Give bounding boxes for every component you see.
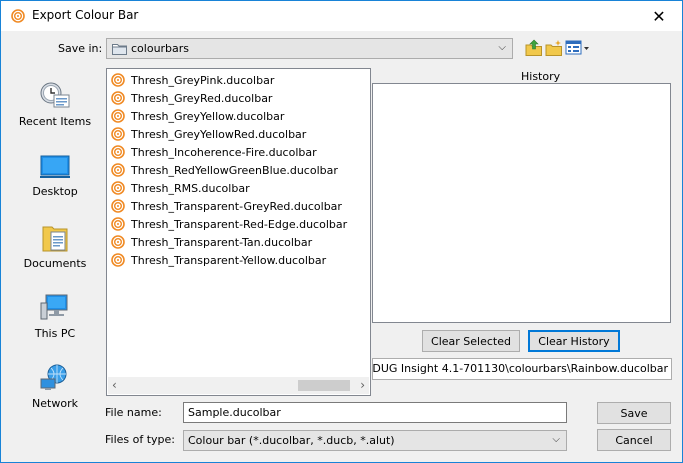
up-one-level-icon[interactable] — [525, 39, 543, 57]
chevron-down-icon: ⌵ — [552, 434, 560, 445]
place-desktop[interactable]: Desktop — [9, 155, 101, 198]
save-button[interactable]: Save — [597, 402, 671, 424]
colour-bar-file-icon — [111, 217, 125, 231]
file-list-item[interactable]: Thresh_Transparent-Red-Edge.ducolbar — [111, 215, 347, 233]
view-menu-icon[interactable] — [565, 39, 591, 57]
network-icon — [40, 364, 67, 390]
this-pc-icon — [40, 294, 68, 320]
save-in-label: Save in: — [58, 42, 103, 55]
file-list-item[interactable]: Thresh_RMS.ducolbar — [111, 179, 250, 197]
selected-path-field[interactable]: utions\DUG Insight 4.1-701130\colourbars… — [372, 358, 672, 380]
place-label: Recent Items — [18, 115, 92, 128]
colour-bar-file-icon — [111, 163, 125, 177]
file-name-text: Thresh_Incoherence-Fire.ducolbar — [131, 145, 317, 159]
colour-bar-app-icon — [11, 9, 25, 23]
history-label: History — [521, 70, 561, 83]
folder-icon — [112, 44, 127, 55]
file-list-item[interactable]: Thresh_GreyYellowRed.ducolbar — [111, 125, 306, 143]
colour-bar-file-icon — [111, 181, 125, 195]
file-name-label: File name: — [105, 406, 162, 419]
recent-items-icon — [40, 82, 70, 108]
clear-history-button[interactable]: Clear History — [528, 330, 620, 352]
file-list-item[interactable]: Thresh_GreyRed.ducolbar — [111, 89, 272, 107]
horizontal-scrollbar[interactable]: ‹ › — [108, 377, 369, 394]
file-list-item[interactable]: Thresh_Transparent-Yellow.ducolbar — [111, 251, 326, 269]
close-icon: ✕ — [652, 6, 666, 26]
file-name-input[interactable]: Sample.ducolbar — [183, 402, 567, 423]
file-list-item[interactable]: Thresh_Transparent-GreyRed.ducolbar — [111, 197, 342, 215]
file-list-item[interactable]: Thresh_RedYellowGreenBlue.ducolbar — [111, 161, 338, 179]
place-label: Network — [32, 397, 78, 410]
file-list-item[interactable]: Thresh_Incoherence-Fire.ducolbar — [111, 143, 317, 161]
file-name-text: Thresh_RMS.ducolbar — [131, 181, 250, 195]
place-network[interactable]: Network — [9, 363, 101, 410]
place-recent-items[interactable]: Recent Items — [9, 81, 101, 128]
file-list[interactable]: Thresh_GreyPink.ducolbar Thresh_GreyRed.d… — [106, 68, 371, 396]
export-colour-bar-dialog: Export Colour Bar ✕ Save in: colourbars … — [0, 0, 683, 463]
colour-bar-file-icon — [111, 253, 125, 267]
file-name-text: Thresh_GreyYellow.ducolbar — [131, 109, 285, 123]
selected-path-text: utions\DUG Insight 4.1-701130\colourbars… — [372, 362, 668, 375]
places-bar: Recent Items Desktop Documents This PC N… — [9, 71, 101, 411]
save-in-value: colourbars — [131, 42, 190, 55]
title-bar: Export Colour Bar ✕ — [1, 1, 682, 31]
save-in-combo[interactable]: colourbars ⌵ — [106, 38, 513, 59]
colour-bar-file-icon — [111, 235, 125, 249]
chevron-down-icon: ⌵ — [498, 42, 506, 53]
documents-icon — [42, 226, 68, 252]
place-label: Documents — [23, 257, 87, 270]
file-name-text: Thresh_GreyPink.ducolbar — [131, 73, 275, 87]
window-title: Export Colour Bar — [32, 8, 139, 22]
file-list-item[interactable]: Thresh_GreyPink.ducolbar — [111, 71, 274, 89]
clear-selected-button[interactable]: Clear Selected — [422, 330, 520, 352]
file-name-text: Thresh_Transparent-Red-Edge.ducolbar — [131, 217, 348, 231]
place-label: Desktop — [32, 185, 78, 198]
files-of-type-combo[interactable]: Colour bar (*.ducolbar, *.ducb, *.alut) … — [183, 430, 567, 451]
colour-bar-file-icon — [111, 73, 125, 87]
new-folder-icon[interactable] — [545, 39, 563, 57]
file-list-item[interactable]: Thresh_Transparent-Tan.ducolbar — [111, 233, 312, 251]
close-button[interactable]: ✕ — [636, 1, 682, 31]
file-name-text: Thresh_Transparent-Yellow.ducolbar — [131, 253, 327, 267]
file-name-text: Thresh_Transparent-Tan.ducolbar — [131, 235, 313, 249]
file-list-item[interactable]: Thresh_GreyYellow.ducolbar — [111, 107, 284, 125]
scroll-left-icon[interactable]: ‹ — [112, 378, 117, 392]
files-of-type-label: Files of type: — [105, 433, 176, 446]
file-name-text: Thresh_Transparent-GreyRed.ducolbar — [131, 199, 342, 213]
place-this-pc[interactable]: This PC — [9, 293, 101, 340]
scroll-thumb[interactable] — [298, 380, 350, 391]
cancel-button[interactable]: Cancel — [597, 429, 671, 451]
colour-bar-file-icon — [111, 91, 125, 105]
history-list[interactable] — [372, 83, 671, 323]
file-name-text: Thresh_RedYellowGreenBlue.ducolbar — [131, 163, 338, 177]
file-name-text: Thresh_GreyYellowRed.ducolbar — [131, 127, 307, 141]
colour-bar-file-icon — [111, 199, 125, 213]
desktop-icon — [40, 155, 70, 178]
colour-bar-file-icon — [111, 127, 125, 141]
place-label: This PC — [34, 327, 76, 340]
place-documents[interactable]: Documents — [9, 223, 101, 270]
colour-bar-file-icon — [111, 109, 125, 123]
scroll-right-icon[interactable]: › — [360, 378, 365, 392]
colour-bar-file-icon — [111, 145, 125, 159]
file-name-text: Thresh_GreyRed.ducolbar — [131, 91, 273, 105]
files-of-type-value: Colour bar (*.ducolbar, *.ducb, *.alut) — [188, 434, 395, 447]
